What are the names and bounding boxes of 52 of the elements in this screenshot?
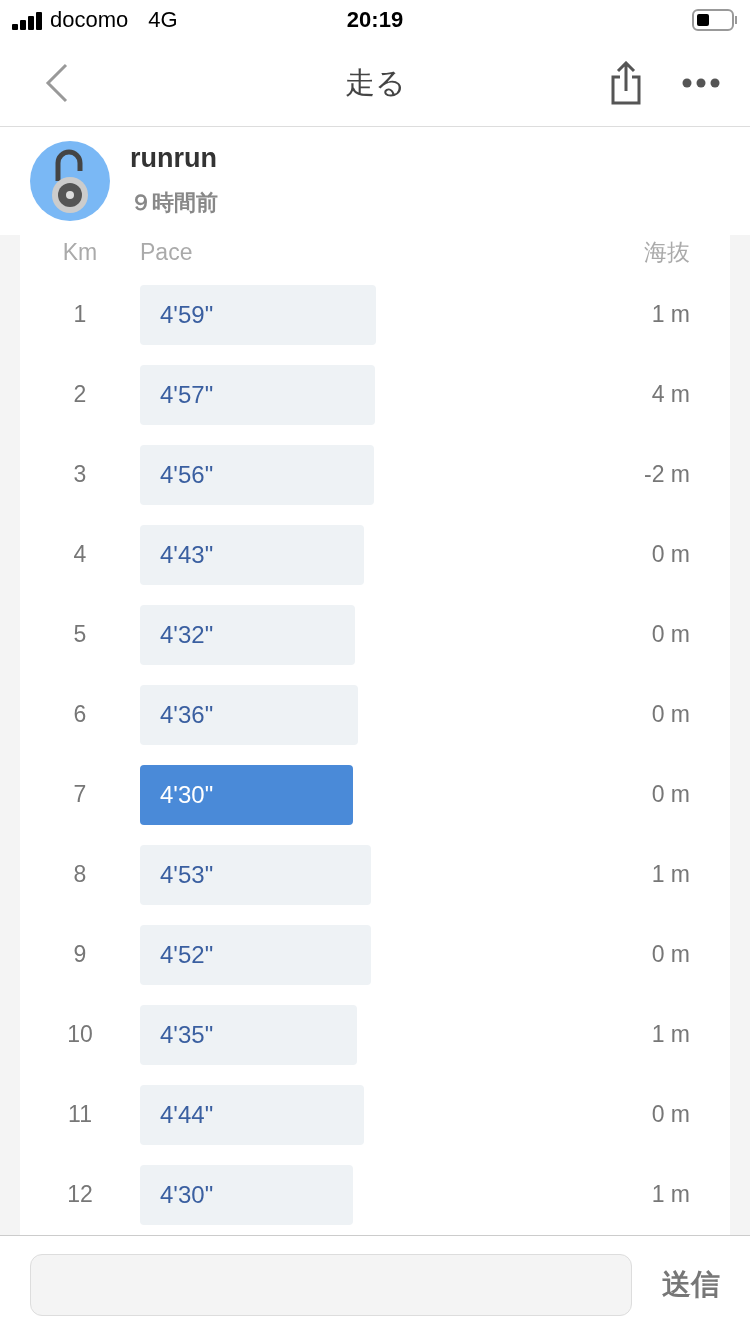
post-time: ９時間前 [130, 189, 218, 218]
elevation-cell-text: 0 m [650, 941, 690, 969]
elevation-cell-text: 1 m [650, 301, 690, 329]
pace-bar[interactable]: 4'30" [140, 764, 353, 825]
km-cell-text: 10 [66, 1021, 94, 1049]
elevation-cell-text: 0 m [650, 1101, 690, 1129]
carrier: docomo [50, 6, 129, 33]
network-type: 4G [148, 6, 178, 33]
share-icon[interactable] [610, 61, 642, 105]
signal-icon [12, 9, 44, 30]
km-cell-text: 8 [72, 861, 88, 889]
pace-bar[interactable]: 4'36" [140, 684, 358, 745]
km-cell-text: 1 [72, 301, 88, 329]
pace-bar[interactable]: 4'43" [140, 524, 364, 585]
elevation-cell-text: 1 m [650, 861, 690, 889]
column-header: 海抜 [643, 238, 690, 268]
more-icon[interactable] [682, 78, 720, 88]
clock: 20:19 [345, 6, 405, 33]
pace-bar[interactable]: 4'44" [140, 1084, 364, 1145]
elevation-cell-text: 0 m [650, 781, 690, 809]
km-cell-text: 9 [72, 941, 88, 969]
elevation-cell-text: 0 m [650, 621, 690, 649]
pace-bar[interactable]: 4'52" [140, 924, 371, 985]
elevation-cell-text: -2 m [643, 461, 690, 489]
km-cell-text: 6 [72, 701, 88, 729]
elevation-cell-text: 1 m [650, 1021, 690, 1049]
pace-bar[interactable]: 4'57" [140, 364, 375, 425]
page-title: 走る [343, 64, 407, 101]
pace-bar[interactable]: 4'35" [140, 1004, 357, 1065]
km-cell-text: 12 [66, 1181, 94, 1209]
elevation-cell-text: 4 m [650, 381, 690, 409]
km-cell-text: 5 [72, 621, 88, 649]
km-cell-text: 4 [72, 541, 88, 569]
pace-bar[interactable]: 4'53" [140, 844, 371, 905]
km-cell-text: 2 [72, 381, 88, 409]
column-header: Km [61, 239, 99, 267]
battery-icon [692, 8, 738, 31]
km-cell-text: 3 [72, 461, 88, 489]
elevation-cell-text: 1 m [650, 1181, 690, 1209]
elevation-cell-text: 0 m [650, 541, 690, 569]
username: runrun [130, 143, 218, 175]
pace-bar[interactable]: 4'56" [140, 444, 374, 505]
pace-bar[interactable]: 4'32" [140, 604, 355, 665]
column-header: Pace [140, 239, 193, 267]
pace-bar[interactable]: 4'30" [140, 1164, 353, 1225]
km-cell-text: 11 [67, 1101, 93, 1129]
send-button[interactable]: 送信 [662, 1264, 720, 1305]
back-icon[interactable] [44, 63, 68, 103]
pace-bar[interactable]: 4'59" [140, 284, 376, 345]
km-cell-text: 7 [72, 781, 88, 809]
elevation-cell-text: 0 m [650, 701, 690, 729]
comment-field[interactable] [30, 1253, 632, 1316]
